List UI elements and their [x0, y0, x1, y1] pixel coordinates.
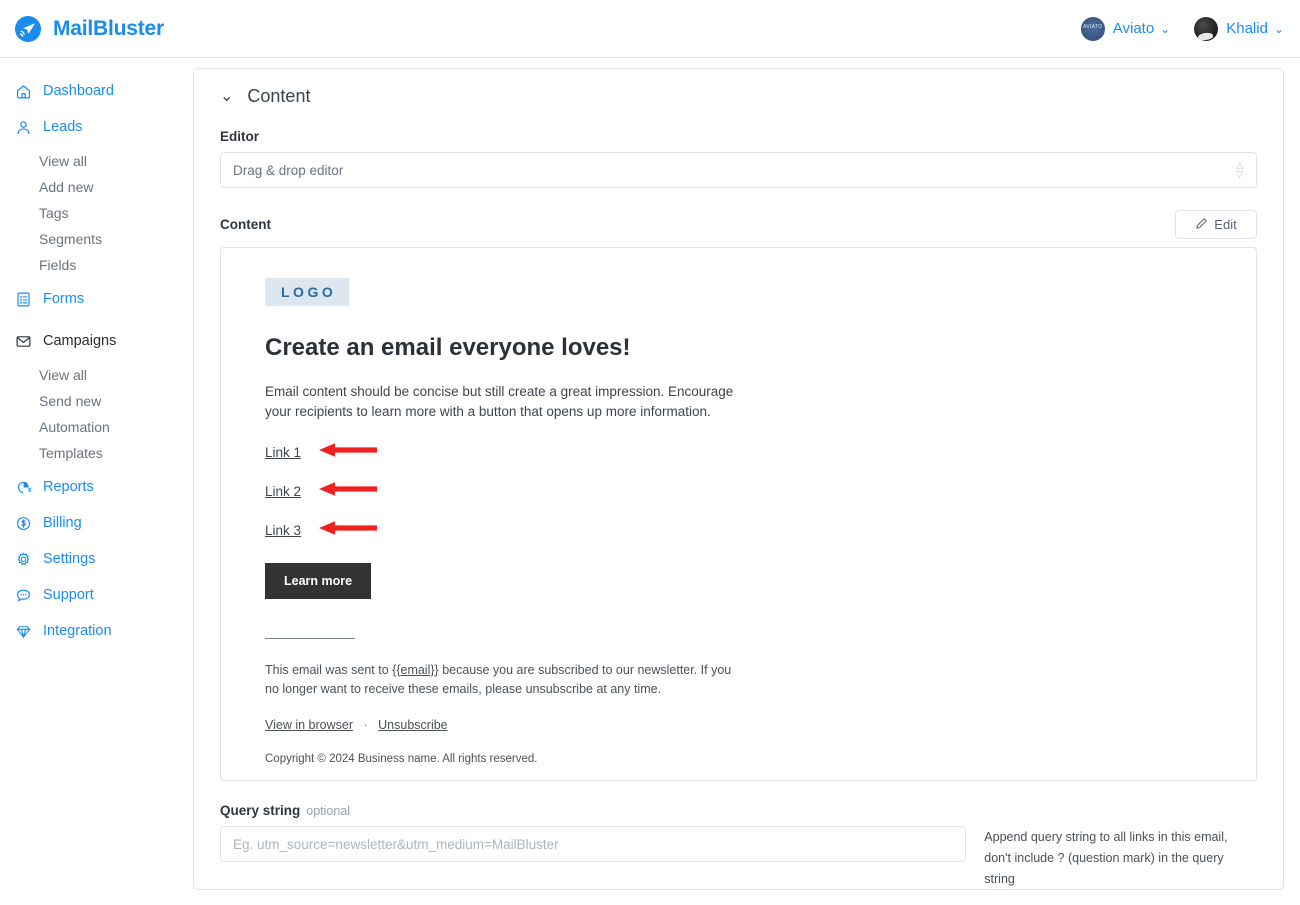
aviato-avatar — [1080, 16, 1105, 41]
page-title: Content — [247, 86, 311, 106]
email-paragraph: Email content should be concise but stil… — [265, 384, 734, 419]
sidebar-item-support[interactable]: Support — [0, 580, 193, 610]
footer-text-before: This email was sent to — [265, 663, 393, 677]
email-heading: Create an email everyone loves! — [265, 334, 631, 361]
content-field-header: Content Edit — [220, 210, 1257, 239]
sidebar-item-leads-tags[interactable]: Tags — [0, 200, 193, 226]
sidebar-item-leads-fields[interactable]: Fields — [0, 252, 193, 278]
content-panel: ⌄ Content Editor Drag & drop editor △ ▽ C… — [193, 68, 1284, 890]
query-string-label-text: Query string — [220, 803, 301, 818]
query-string-help-line-2: don't include ? (question mark) in the q… — [984, 851, 1224, 886]
edit-button[interactable]: Edit — [1175, 210, 1257, 239]
content-label: Content — [220, 217, 271, 232]
sidebar-label: Leads — [43, 119, 83, 135]
sidebar-label: Dashboard — [43, 83, 114, 99]
account-name-aviato: Aviato — [1112, 20, 1155, 37]
learn-more-button[interactable]: Learn more — [265, 563, 372, 599]
sidebar-item-leads-view-all[interactable]: View all — [0, 148, 193, 174]
chevron-down-icon: ⌄ — [1273, 21, 1284, 36]
brand-logo[interactable]: MailBluster — [14, 15, 164, 43]
query-string-input[interactable] — [220, 826, 967, 862]
chevron-down-icon[interactable]: ⌄ — [220, 88, 233, 105]
email-logo-badge: LOGO — [265, 278, 350, 306]
email-link-row-3: Link 3 — [265, 520, 1256, 541]
email-link-row-1: Link 1 — [265, 442, 1256, 463]
sidebar-item-billing[interactable]: Billing — [0, 508, 193, 538]
pencil-icon — [1195, 217, 1208, 233]
query-string-row: Append query string to all links in this… — [220, 826, 1257, 890]
panel-header: ⌄ Content — [194, 69, 1283, 107]
email-link-3[interactable]: Link 3 — [265, 523, 301, 538]
sidebar-item-integration[interactable]: Integration — [0, 616, 193, 646]
user-icon — [14, 118, 33, 137]
sidebar-label: Support — [43, 587, 94, 603]
user-name-khalid: Khalid — [1226, 20, 1268, 37]
paper-plane-icon — [14, 15, 42, 43]
pie-chart-icon — [14, 478, 33, 497]
sidebar-item-leads-add-new[interactable]: Add new — [0, 174, 193, 200]
annotation-arrow-left-2 — [319, 481, 378, 502]
email-link-row-2: Link 2 — [265, 481, 1256, 502]
sidebar-navigation: Dashboard Leads View all Add new Tags Se… — [0, 58, 193, 905]
email-divider — [265, 638, 355, 639]
user-menu-khalid[interactable]: Khalid ⌄ — [1194, 16, 1284, 41]
email-copyright: Copyright © 2024 Business name. All righ… — [265, 753, 538, 765]
sidebar-item-campaigns[interactable]: Campaigns — [0, 326, 193, 356]
sidebar-item-campaigns-automation[interactable]: Automation — [0, 414, 193, 440]
email-footer-text: This email was sent to {{email}} because… — [265, 661, 741, 699]
header-account-area: Aviato ⌄ Khalid ⌄ — [1080, 16, 1284, 41]
diamond-icon — [14, 622, 33, 641]
annotation-arrow-left-3 — [319, 520, 378, 541]
query-string-help-line-1: Append query string to all links in this… — [984, 830, 1228, 844]
editor-select-value: Drag & drop editor — [233, 162, 344, 178]
annotation-arrow-left-1 — [319, 442, 378, 463]
edit-button-label: Edit — [1214, 217, 1237, 232]
sidebar-item-campaigns-templates[interactable]: Templates — [0, 440, 193, 466]
email-merge-tag: {{email}} — [392, 663, 439, 677]
sidebar-item-forms[interactable]: Forms — [0, 284, 193, 314]
email-link-2[interactable]: Link 2 — [265, 484, 301, 499]
sidebar-label: Reports — [43, 479, 94, 495]
sidebar-item-reports[interactable]: Reports — [0, 472, 193, 502]
account-switcher-aviato[interactable]: Aviato ⌄ — [1080, 16, 1171, 41]
sidebar-label: Campaigns — [43, 333, 117, 349]
sidebar-item-campaigns-view-all[interactable]: View all — [0, 362, 193, 388]
email-footer-links: View in browser · Unsubscribe — [265, 718, 1256, 732]
sidebar-label: Integration — [43, 623, 112, 639]
email-preview: LOGO Create an email everyone loves! Ema… — [220, 247, 1257, 781]
top-header-bar: MailBluster Aviato ⌄ Khalid ⌄ — [0, 0, 1300, 58]
sidebar-item-leads-segments[interactable]: Segments — [0, 226, 193, 252]
sidebar-label: Billing — [43, 515, 82, 531]
sidebar-item-dashboard[interactable]: Dashboard — [0, 76, 193, 106]
envelope-icon — [14, 332, 33, 351]
sidebar-item-leads[interactable]: Leads — [0, 112, 193, 142]
query-string-label: Query string optional — [220, 803, 1283, 818]
gear-icon — [14, 550, 33, 569]
stepper-icon: △ ▽ — [1236, 160, 1243, 179]
editor-select[interactable]: Drag & drop editor △ ▽ — [220, 152, 1257, 188]
sidebar-item-settings[interactable]: Settings — [0, 544, 193, 574]
query-string-optional-tag: optional — [306, 804, 351, 818]
unsubscribe-link[interactable]: Unsubscribe — [378, 718, 447, 732]
chat-icon — [14, 586, 33, 605]
email-link-1[interactable]: Link 1 — [265, 445, 301, 460]
editor-label: Editor — [220, 129, 259, 144]
sidebar-label: Forms — [43, 291, 85, 307]
view-in-browser-link[interactable]: View in browser — [265, 718, 353, 732]
query-string-help: Append query string to all links in this… — [984, 826, 1257, 890]
home-icon — [14, 82, 33, 101]
chevron-down-icon: ⌄ — [1160, 21, 1171, 36]
dollar-circle-icon — [14, 514, 33, 533]
brand-name: MailBluster — [53, 16, 164, 40]
form-icon — [14, 290, 33, 309]
sidebar-label: Settings — [43, 551, 96, 567]
footer-link-separator: · — [363, 718, 368, 732]
sidebar-item-campaigns-send-new[interactable]: Send new — [0, 388, 193, 414]
khalid-avatar — [1194, 16, 1219, 41]
